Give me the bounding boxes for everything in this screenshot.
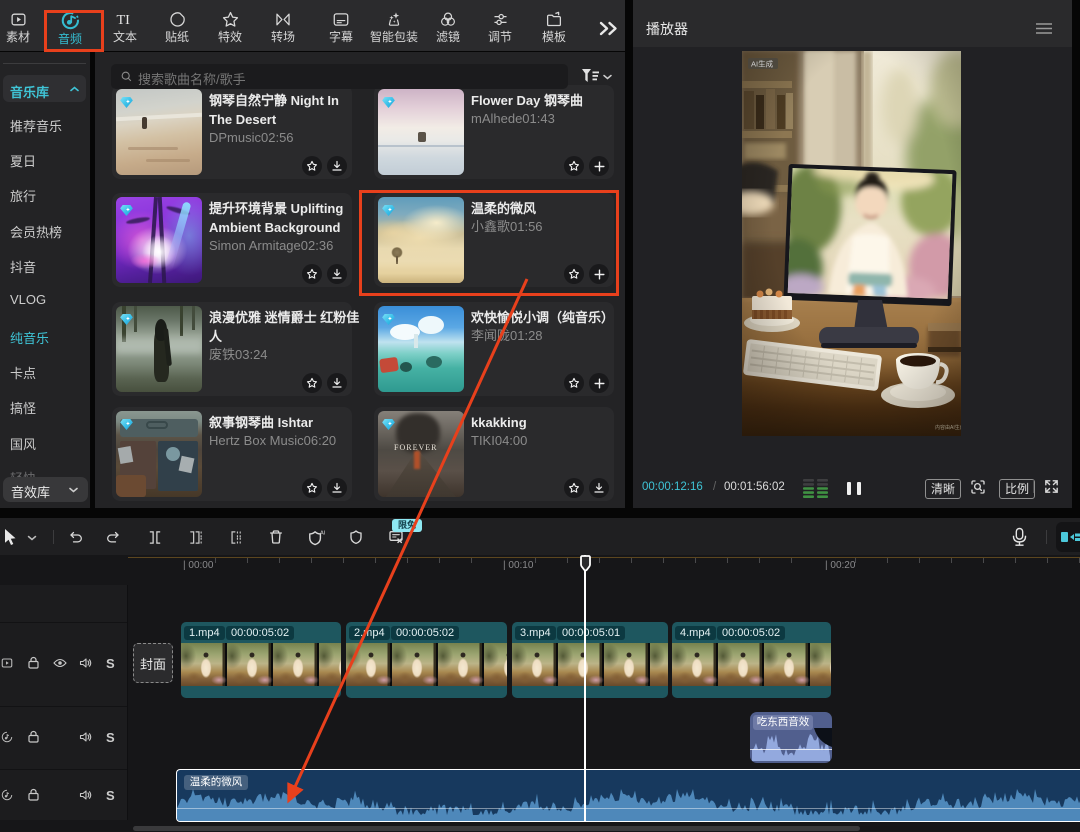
- svg-text:AI: AI: [320, 531, 326, 537]
- svg-text:内容由AI生成: 内容由AI生成: [935, 424, 961, 431]
- svg-text:TI: TI: [117, 12, 131, 28]
- svg-text:AI生成: AI生成: [751, 59, 774, 69]
